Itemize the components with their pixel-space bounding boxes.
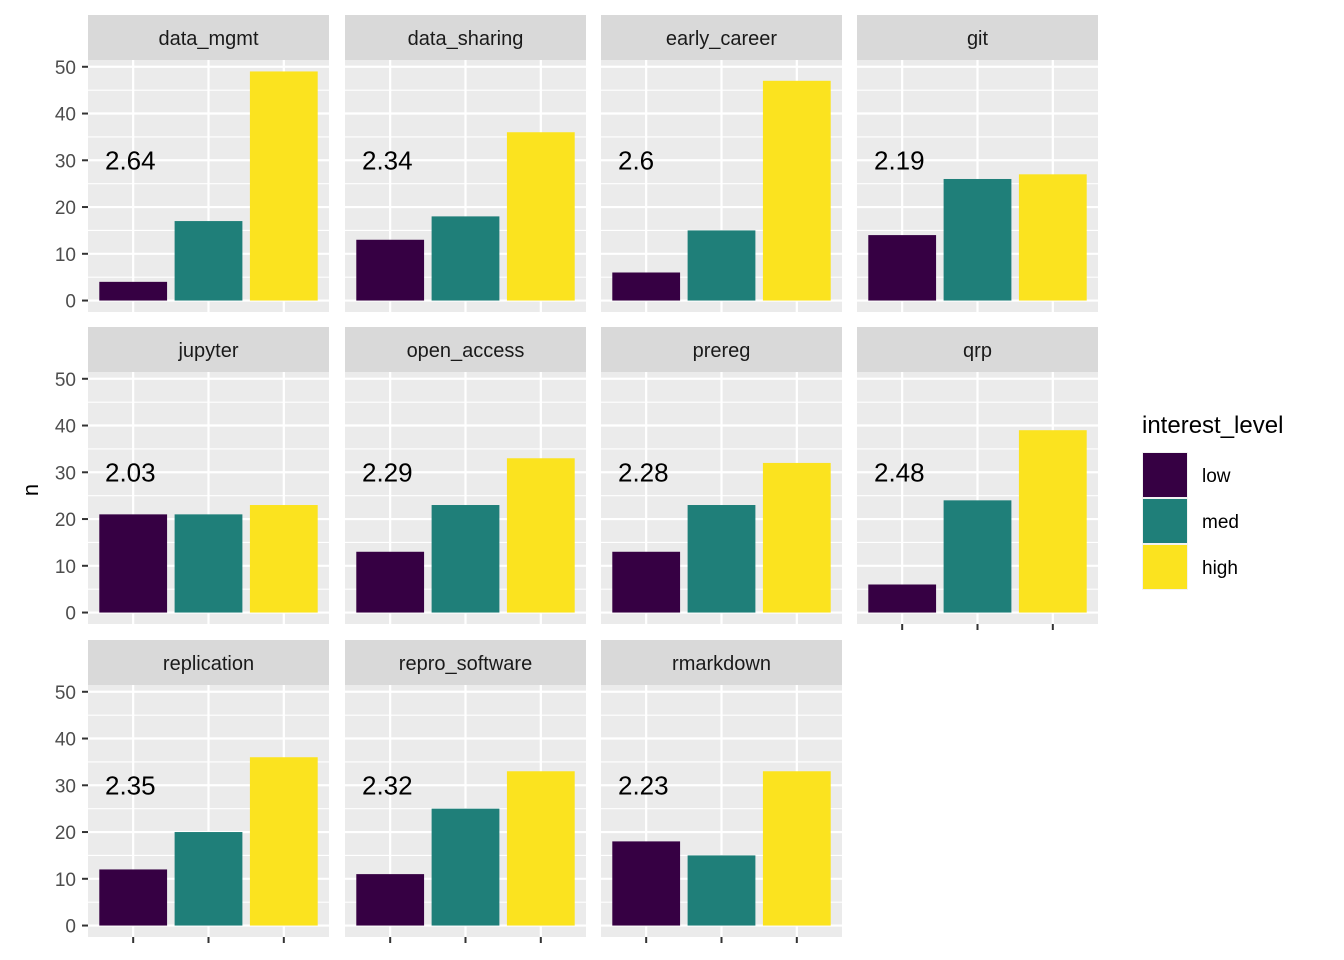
facet-strip-label: open_access <box>407 340 525 362</box>
facet-strip-label: data_mgmt <box>158 28 258 50</box>
bar-qrp-med <box>943 500 1012 613</box>
bar-prereg-low <box>612 551 681 613</box>
bar-rmarkdown-high <box>762 771 831 926</box>
y-tick-label: 30 <box>55 776 76 797</box>
facet-replication: replication 2.35 0 10 20 30 40 50 <box>55 640 329 943</box>
bar-data_sharing-low <box>356 239 425 301</box>
facet-jupyter: jupyter 2.03 0 10 20 30 40 50 <box>55 327 329 625</box>
y-axis-title: n <box>18 484 43 496</box>
y-tick-label: 10 <box>55 245 76 266</box>
bar-data_mgmt-high <box>249 71 318 301</box>
bar-git-med <box>943 178 1012 301</box>
bar-prereg-med <box>687 505 756 613</box>
y-tick-label: 30 <box>55 151 76 172</box>
facet-strip-label: replication <box>163 653 254 675</box>
y-tick-label: 20 <box>55 823 76 844</box>
bar-open_access-low <box>356 551 425 613</box>
bar-data_sharing-med <box>431 216 500 301</box>
y-tick-label: 50 <box>55 683 76 704</box>
bar-jupyter-low <box>99 514 168 613</box>
mean-annotation: 2.6 <box>618 145 654 175</box>
legend-title: interest_level <box>1142 412 1283 439</box>
bar-git-low <box>868 235 937 301</box>
mean-annotation: 2.32 <box>362 770 413 800</box>
bar-open_access-med <box>431 505 500 613</box>
facet-prereg: prereg 2.28 <box>601 327 842 624</box>
bar-prereg-high <box>762 462 831 613</box>
bar-data_sharing-high <box>506 132 575 301</box>
facet-data_sharing: data_sharing 2.34 <box>345 15 586 312</box>
facet-strip-label: jupyter <box>177 340 238 362</box>
facet-strip-label: qrp <box>963 340 992 362</box>
legend-label-high: high <box>1202 558 1238 579</box>
bar-replication-low <box>99 869 168 926</box>
y-tick-label: 50 <box>55 58 76 79</box>
y-tick-label: 0 <box>65 292 76 313</box>
bar-replication-high <box>249 757 318 926</box>
bar-git-high <box>1018 174 1087 301</box>
y-tick-label: 20 <box>55 198 76 219</box>
mean-annotation: 2.03 <box>105 457 156 487</box>
facet-open_access: open_access 2.29 <box>345 327 586 624</box>
facet-strip-label: rmarkdown <box>672 653 771 675</box>
facet-strip-label: data_sharing <box>408 28 524 50</box>
facet-data_mgmt: data_mgmt 2.64 0 10 20 30 40 50 <box>55 15 329 313</box>
facet-strip-label: prereg <box>693 340 751 362</box>
y-tick-label: 10 <box>55 557 76 578</box>
mean-annotation: 2.28 <box>618 457 669 487</box>
legend-swatch-low <box>1143 453 1187 497</box>
mean-annotation: 2.23 <box>618 770 669 800</box>
y-tick-label: 30 <box>55 463 76 484</box>
legend-swatch-high <box>1143 545 1187 589</box>
y-tick-label: 40 <box>55 105 76 126</box>
mean-annotation: 2.48 <box>874 457 925 487</box>
bar-qrp-high <box>1018 430 1087 613</box>
facet-rmarkdown: rmarkdown 2.23 <box>601 640 842 943</box>
facet-strip-label: early_career <box>666 28 778 50</box>
legend-swatch-med <box>1143 499 1187 543</box>
bar-data_mgmt-med <box>174 221 243 301</box>
mean-annotation: 2.34 <box>362 145 413 175</box>
y-tick-label: 0 <box>65 917 76 938</box>
facet-strip-label: git <box>967 28 989 50</box>
bar-repro_software-low <box>356 874 425 926</box>
facet-strip-label: repro_software <box>399 653 532 675</box>
mean-annotation: 2.35 <box>105 770 156 800</box>
y-tick-label: 50 <box>55 370 76 391</box>
mean-annotation: 2.64 <box>105 145 156 175</box>
facet-panels: data_mgmt2.6401020304050data_sharing2.34… <box>55 15 1098 943</box>
legend: interest_level low med high <box>1142 412 1283 590</box>
mean-annotation: 2.29 <box>362 457 413 487</box>
bar-early_career-low <box>612 272 681 301</box>
facet-git: git 2.19 <box>857 15 1098 312</box>
bar-data_mgmt-low <box>99 281 168 301</box>
facet-repro_software: repro_software 2.32 <box>345 640 586 943</box>
y-tick-label: 0 <box>65 604 76 625</box>
y-tick-label: 10 <box>55 870 76 891</box>
y-tick-label: 40 <box>55 417 76 438</box>
bar-jupyter-high <box>249 505 318 613</box>
y-tick-label: 40 <box>55 730 76 751</box>
bar-open_access-high <box>506 458 575 613</box>
bar-repro_software-med <box>431 808 500 926</box>
bar-repro_software-high <box>506 771 575 926</box>
legend-label-low: low <box>1202 466 1231 487</box>
y-tick-label: 20 <box>55 510 76 531</box>
bar-rmarkdown-med <box>687 855 756 926</box>
legend-label-med: med <box>1202 512 1239 533</box>
bar-qrp-low <box>868 584 937 613</box>
facet-qrp: qrp 2.48 <box>857 327 1098 630</box>
bar-early_career-med <box>687 230 756 301</box>
bar-rmarkdown-low <box>612 841 681 926</box>
faceted-bar-chart: n data_mgmt2.6401020304050data_sharing2.… <box>18 15 1283 943</box>
mean-annotation: 2.19 <box>874 145 925 175</box>
bar-early_career-high <box>762 80 831 301</box>
bar-jupyter-med <box>174 514 243 613</box>
bar-replication-med <box>174 832 243 926</box>
facet-early_career: early_career 2.6 <box>601 15 842 312</box>
